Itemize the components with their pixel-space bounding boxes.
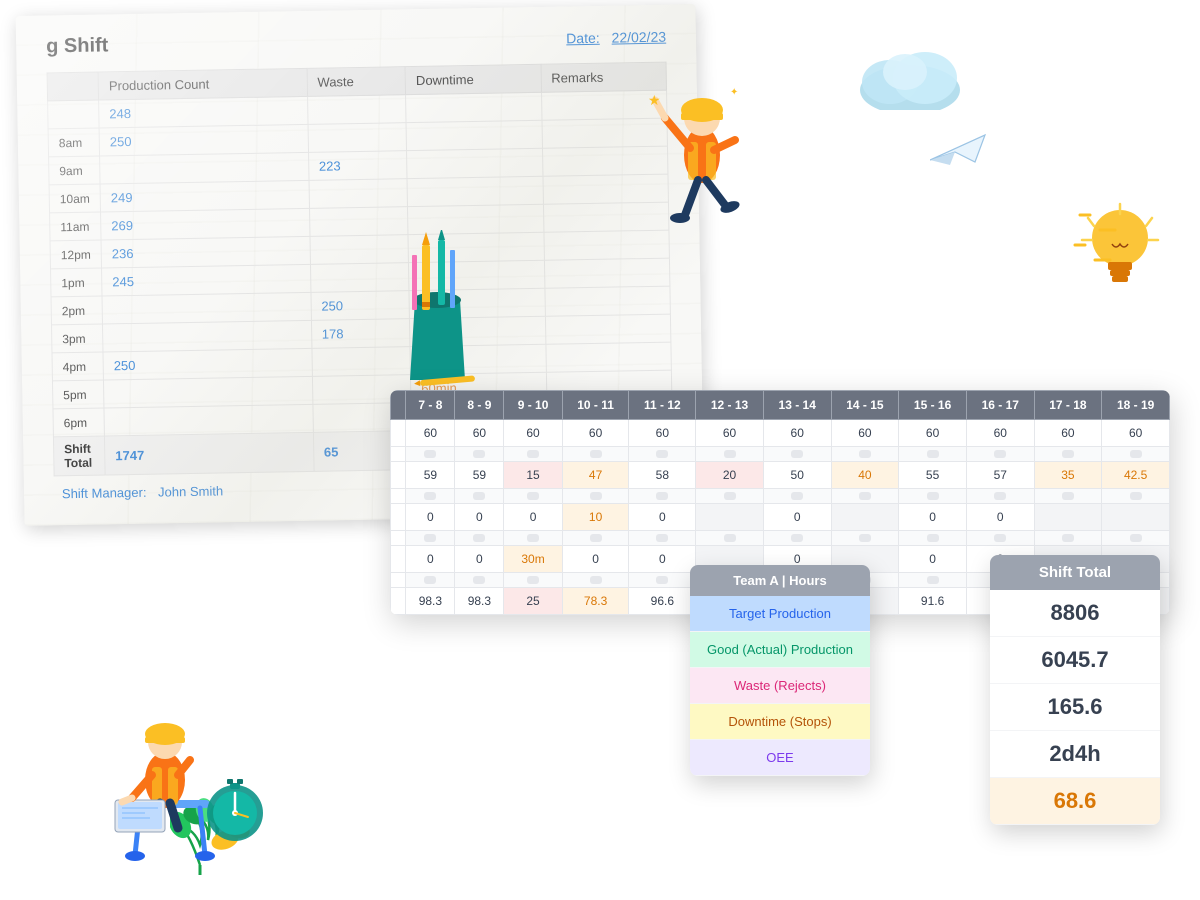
shift-total-target: 8806 [990,590,1160,637]
legend-downtime: Downtime (Stops) [690,704,870,740]
shift-total-card: Shift Total 8806 6045.7 165.6 2d4h 68.6 [990,555,1160,825]
paper-airplane-decoration [930,130,990,170]
legend-card: Team A | Hours Target Production Good (A… [690,565,870,776]
date-value: 22/02/23 [611,28,666,45]
legend-oee: OEE [690,740,870,776]
col-time [47,72,99,101]
legend-target: Target Production [690,596,870,632]
cloud-decoration [850,40,970,115]
svg-text:✦: ✦ [730,87,738,98]
shift-total-waste: 165.6 [990,684,1160,731]
legend-good: Good (Actual) Production [690,632,870,668]
deco-lines [1070,210,1120,275]
col-downtime: Downtime [405,64,541,94]
shift-log-title: g Shift [46,34,109,58]
shift-total-actual: 6045.7 [990,637,1160,684]
shift-total-downtime: 2d4h [990,731,1160,778]
worker-celebrate-illustration: ★ ✦ [630,60,770,250]
stopwatch-decoration [200,765,270,850]
svg-text:★: ★ [648,92,661,108]
col-waste: Waste [307,67,406,97]
shift-log-date: Date: 22/02/23 [558,28,666,46]
legend-header: Team A | Hours [690,565,870,596]
pencil-cup-illustration [390,230,490,390]
legend-waste: Waste (Rejects) [690,668,870,704]
shift-total-oee: 68.6 [990,778,1160,825]
date-label: Date: [566,29,600,46]
shift-manager-label: Shift Manager: [62,485,147,501]
col-production: Production Count [98,68,307,100]
shift-total-header: Shift Total [990,555,1160,590]
shift-log-header: g Shift Date: 22/02/23 [46,25,666,59]
shift-manager-name: John Smith [158,483,223,499]
